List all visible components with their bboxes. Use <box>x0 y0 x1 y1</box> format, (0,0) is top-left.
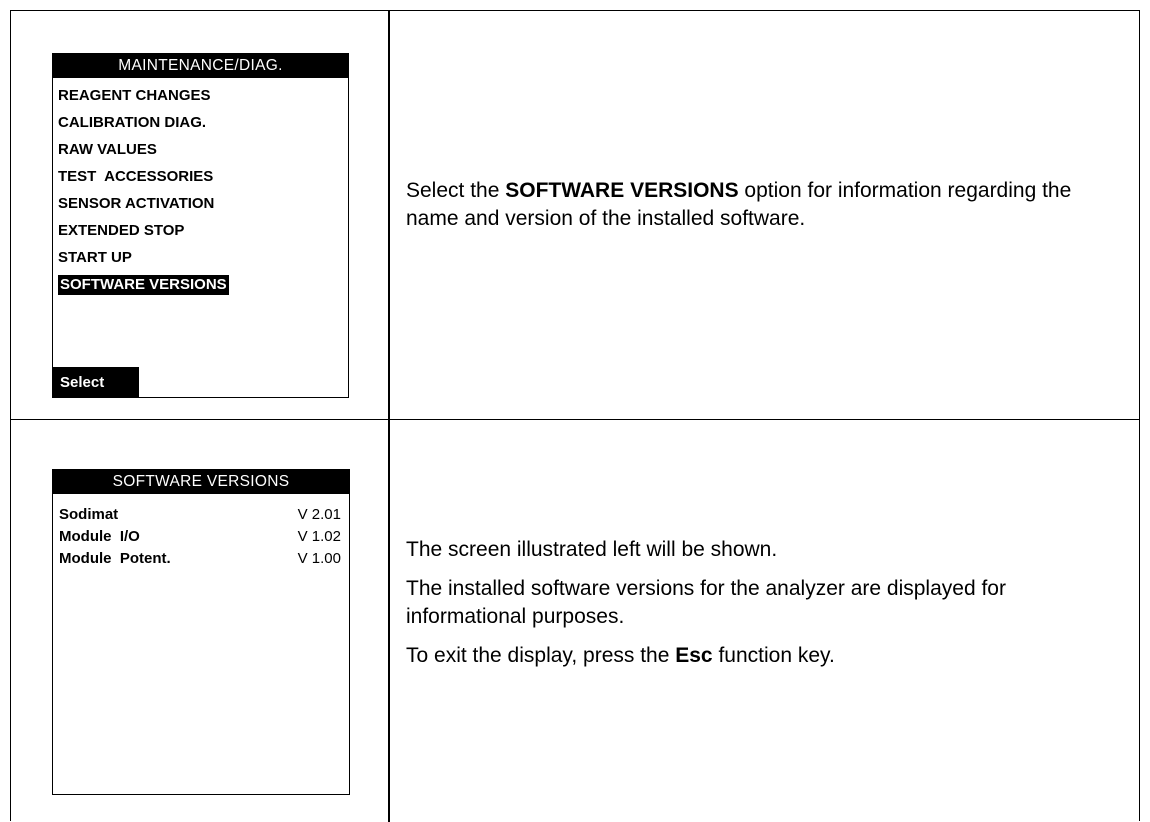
option-name-bold: SOFTWARE VERSIONS <box>505 179 739 202</box>
maintenance-menu: REAGENT CHANGES CALIBRATION DIAG. RAW VA… <box>53 82 348 298</box>
menu-item-test-accessories[interactable]: TEST ACCESSORIES <box>53 163 348 190</box>
instruction-paragraph: The installed software versions for the … <box>406 577 1006 628</box>
menu-item-extended-stop[interactable]: EXTENDED STOP <box>53 217 348 244</box>
menu-item-start-up[interactable]: START UP <box>53 244 348 271</box>
screen-title: SOFTWARE VERSIONS <box>53 470 349 494</box>
version-row: Sodimat V 2.01 <box>53 504 349 526</box>
column-divider <box>388 420 390 822</box>
menu-item-sensor-activation[interactable]: SENSOR ACTIVATION <box>53 190 348 217</box>
instruction-table: MAINTENANCE/DIAG. REAGENT CHANGES CALIBR… <box>10 10 1140 822</box>
version-list: Sodimat V 2.01 Module I/O V 1.02 Module … <box>53 504 349 570</box>
screen-title: MAINTENANCE/DIAG. <box>53 54 348 78</box>
table-row-menu: MAINTENANCE/DIAG. REAGENT CHANGES CALIBR… <box>11 11 1139 420</box>
column-divider <box>388 11 390 419</box>
instruction-paragraph: The screen illustrated left will be show… <box>406 538 778 561</box>
menu-item-raw-values[interactable]: RAW VALUES <box>53 136 348 163</box>
software-name: Module Potent. <box>59 550 171 567</box>
software-version: V 2.01 <box>297 506 341 523</box>
instruction-paragraph: To exit the display, press the Esc funct… <box>406 642 1127 670</box>
software-name: Module I/O <box>59 528 140 545</box>
select-softkey[interactable]: Select <box>53 367 139 397</box>
instruction-text-2: The screen illustrated left will be show… <box>406 536 1127 681</box>
software-versions-screen: SOFTWARE VERSIONS Sodimat V 2.01 Module … <box>52 469 350 795</box>
version-row: Module Potent. V 1.00 <box>53 548 349 570</box>
instruction-paragraph: Select the SOFTWARE VERSIONS option for … <box>406 177 1127 233</box>
software-name: Sodimat <box>59 506 119 523</box>
instruction-text-1: Select the SOFTWARE VERSIONS option for … <box>406 177 1127 244</box>
table-row-versions: SOFTWARE VERSIONS Sodimat V 2.01 Module … <box>11 420 1139 822</box>
text-run: function key. <box>712 644 835 667</box>
software-version: V 1.02 <box>297 528 341 545</box>
menu-item-software-versions[interactable]: SOFTWARE VERSIONS <box>53 271 348 298</box>
maintenance-diag-screen: MAINTENANCE/DIAG. REAGENT CHANGES CALIBR… <box>52 53 349 398</box>
menu-item-calibration-diag[interactable]: CALIBRATION DIAG. <box>53 109 348 136</box>
selected-item-label: SOFTWARE VERSIONS <box>58 275 229 295</box>
esc-key-name: Esc <box>675 644 713 667</box>
version-row: Module I/O V 1.02 <box>53 526 349 548</box>
text-run: Select the <box>406 179 506 202</box>
text-run: To exit the display, press the <box>406 644 676 667</box>
menu-item-reagent-changes[interactable]: REAGENT CHANGES <box>53 82 348 109</box>
software-version: V 1.00 <box>297 550 341 567</box>
